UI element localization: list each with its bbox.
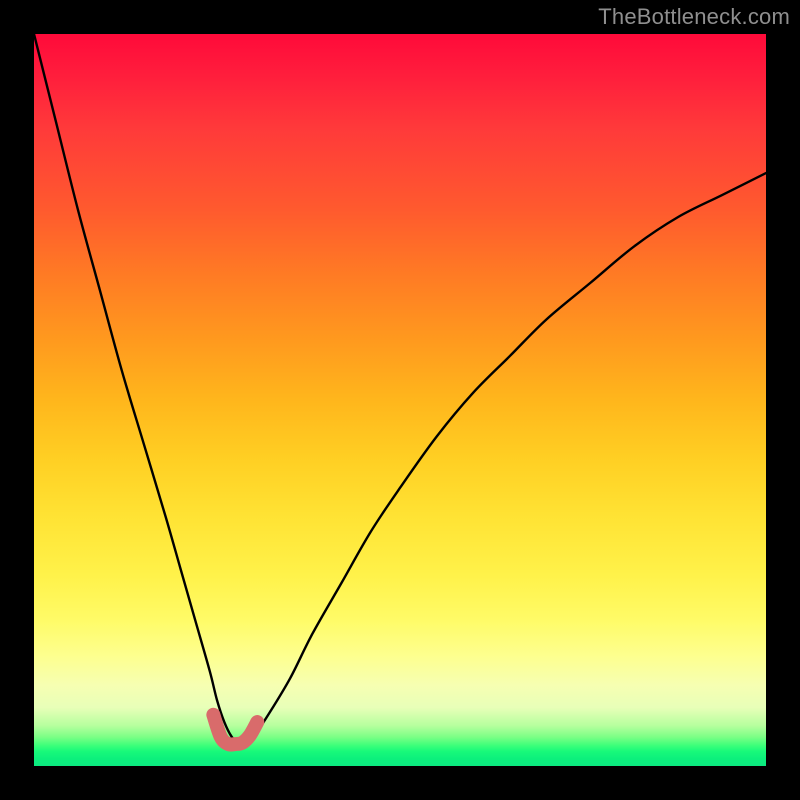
chart-svg [34, 34, 766, 766]
watermark-text: TheBottleneck.com [598, 4, 790, 30]
bottleneck-curve-line [34, 34, 766, 745]
chart-stage: TheBottleneck.com [0, 0, 800, 800]
sweet-spot-highlight [213, 715, 257, 745]
plot-area [34, 34, 766, 766]
